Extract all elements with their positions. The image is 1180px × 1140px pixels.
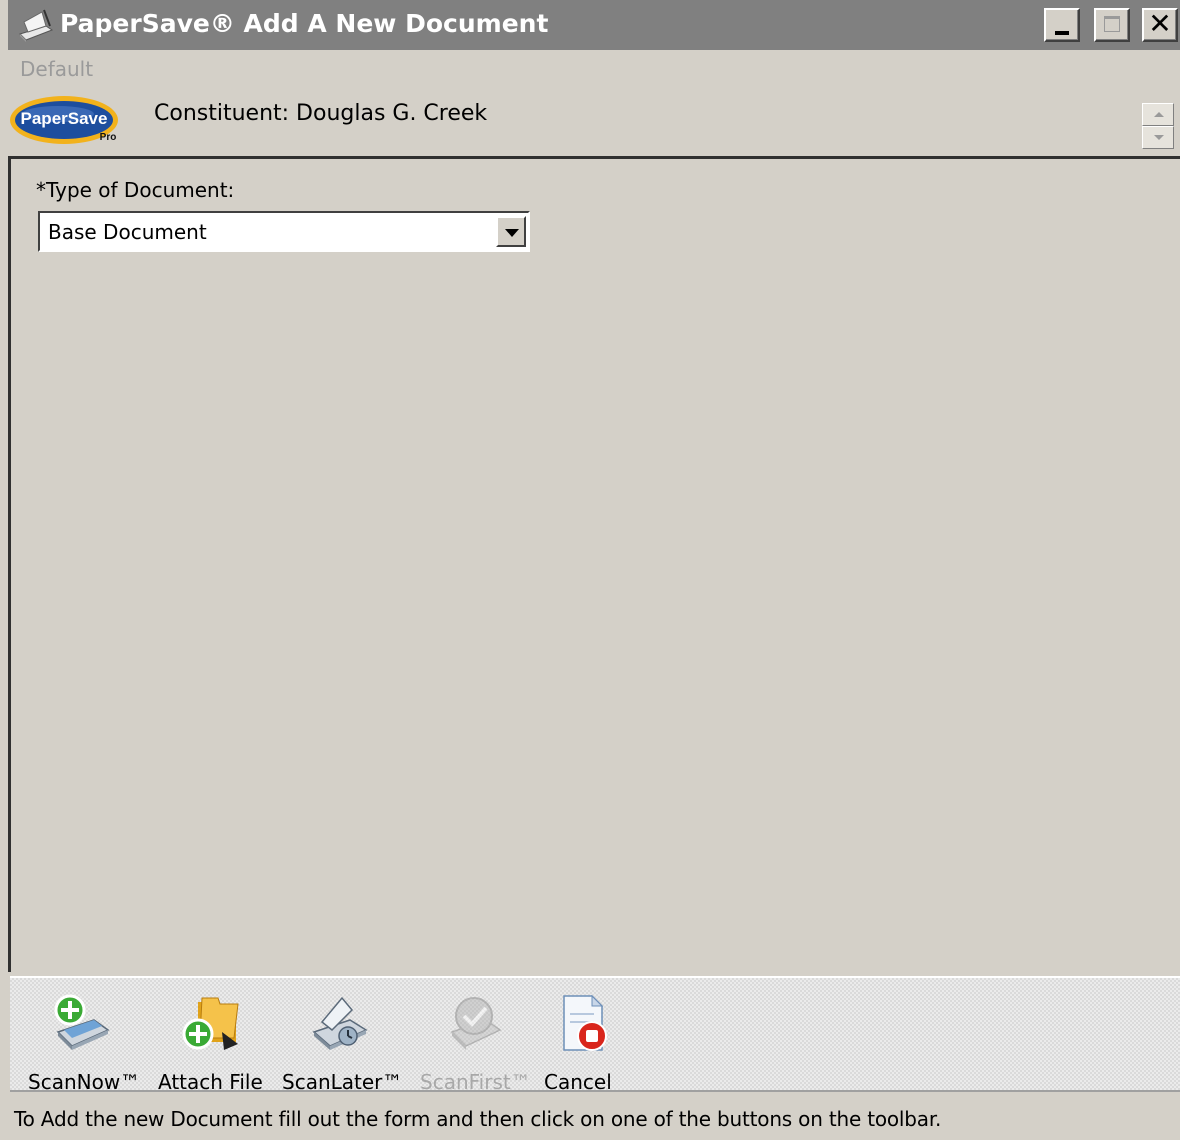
form-panel — [8, 156, 1180, 972]
cancel-button[interactable]: Cancel — [544, 988, 618, 1094]
document-stop-icon — [563, 994, 607, 1051]
scanner-check-icon — [450, 997, 502, 1050]
spinner-down-button[interactable] — [1142, 126, 1174, 149]
header-spinner[interactable] — [1142, 103, 1174, 149]
scan-first-button: ScanFirst™ — [418, 988, 531, 1094]
type-of-document-select[interactable]: Base Document — [38, 211, 530, 252]
constituent-label: Constituent: Douglas G. Creek — [154, 101, 488, 126]
papersave-logo: PaperSave Pro — [10, 96, 118, 144]
attach-file-label: Attach File — [158, 1070, 263, 1094]
type-of-document-label: *Type of Document: — [36, 178, 235, 202]
minimize-button[interactable] — [1044, 8, 1080, 42]
maximize-icon — [1104, 16, 1120, 32]
minimize-icon — [1055, 31, 1069, 35]
menu-default[interactable]: Default — [20, 57, 93, 81]
title-bar[interactable]: PaperSave® Add A New Document ✕ — [8, 0, 1180, 50]
cancel-label: Cancel — [544, 1070, 612, 1094]
window-title: PaperSave® Add A New Document — [60, 9, 549, 38]
add-document-window: PaperSave® Add A New Document ✕ Default … — [0, 0, 1180, 1140]
attach-file-button[interactable]: Attach File — [156, 988, 263, 1094]
close-button[interactable]: ✕ — [1142, 8, 1178, 42]
scanner-app-icon — [19, 9, 54, 42]
toolbar: ScanNow™ Attach File ScanLater™ ScanFirs… — [10, 976, 1180, 1094]
logo-sub: Pro — [100, 132, 117, 143]
scan-later-label: ScanLater™ — [282, 1070, 403, 1094]
scan-now-button[interactable]: ScanNow™ — [28, 988, 140, 1094]
scan-later-button[interactable]: ScanLater™ — [282, 988, 402, 1094]
scanner-add-icon — [54, 994, 110, 1050]
scanner-clock-icon — [312, 996, 368, 1050]
logo-text: PaperSave — [21, 109, 108, 128]
dropdown-button[interactable] — [496, 216, 526, 247]
chevron-up-icon — [1154, 112, 1164, 117]
spinner-up-button[interactable] — [1142, 103, 1174, 126]
chevron-down-icon — [1154, 135, 1164, 140]
folder-add-icon — [182, 997, 239, 1050]
type-of-document-value: Base Document — [48, 220, 207, 244]
maximize-button[interactable] — [1094, 8, 1130, 42]
close-icon: ✕ — [1148, 7, 1172, 40]
chevron-down-icon — [505, 229, 519, 237]
scan-first-label: ScanFirst™ — [420, 1070, 531, 1094]
scan-now-label: ScanNow™ — [28, 1070, 141, 1094]
status-bar-text: To Add the new Document fill out the for… — [14, 1107, 942, 1131]
